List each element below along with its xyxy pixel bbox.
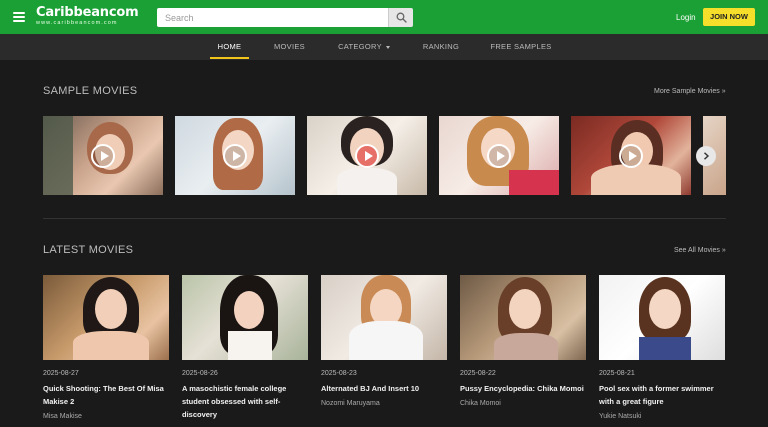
play-icon — [487, 144, 511, 168]
see-all-movies-link[interactable]: See All Movies » — [674, 247, 726, 254]
caret-down-icon — [385, 45, 390, 49]
thumb-body — [349, 321, 423, 360]
thumb-body — [639, 337, 691, 360]
search-input[interactable] — [157, 8, 388, 27]
latest-movie-thumb[interactable] — [182, 275, 308, 360]
latest-movie-thumb[interactable] — [599, 275, 725, 360]
movie-title[interactable]: Pool sex with a former swimmer with a gr… — [599, 382, 729, 408]
movie-date: 2025-08-26 — [182, 370, 218, 377]
nav-category[interactable]: CATEGORY — [334, 34, 394, 60]
movie-date: 2025-08-23 — [321, 370, 357, 377]
movie-date: 2025-08-22 — [460, 370, 496, 377]
thumb-body — [591, 164, 681, 195]
site-logo[interactable]: Caribbeancom www.caribbeancom.com — [36, 5, 139, 27]
sample-movie-thumb[interactable] — [439, 116, 559, 195]
thumb-face — [509, 289, 541, 329]
sample-movie-thumb[interactable] — [307, 116, 427, 195]
movie-title[interactable]: Pussy Encyclopedia: Chika Momoi — [460, 382, 590, 395]
thumb-background — [43, 116, 73, 195]
play-icon — [355, 144, 379, 168]
movie-title[interactable]: A masochistic female college student obs… — [182, 382, 312, 421]
movie-actor[interactable]: Yukie Natsuki — [599, 413, 641, 420]
hamburger-icon[interactable] — [13, 12, 25, 22]
latest-movie-thumb[interactable] — [43, 275, 169, 360]
section-divider — [43, 218, 726, 219]
movie-actor[interactable]: Nozomi Maruyama — [321, 400, 380, 407]
play-icon — [223, 144, 247, 168]
movie-title[interactable]: Alternated BJ And Insert 10 — [321, 382, 451, 395]
sample-movies-heading: SAMPLE MOVIES — [43, 85, 138, 97]
movie-date: 2025-08-27 — [43, 370, 79, 377]
sample-movie-thumb[interactable] — [175, 116, 295, 195]
movie-date: 2025-08-21 — [599, 370, 635, 377]
movie-title[interactable]: Quick Shooting: The Best Of Misa Makise … — [43, 382, 173, 408]
latest-movie-thumb[interactable] — [321, 275, 447, 360]
search-bar — [157, 8, 413, 27]
nav-category-label: CATEGORY — [338, 42, 382, 51]
play-icon — [91, 144, 115, 168]
nav-free-samples[interactable]: FREE SAMPLES — [487, 34, 555, 60]
nav-active-indicator — [210, 57, 249, 59]
latest-movies-heading: LATEST MOVIES — [43, 244, 134, 256]
main-nav: HOME MOVIES CATEGORY RANKING FREE SAMPLE… — [0, 34, 768, 60]
top-header: Caribbeancom www.caribbeancom.com Login … — [0, 0, 768, 34]
search-button[interactable] — [388, 8, 413, 27]
logo-main-text: Caribbeancom — [36, 5, 139, 20]
search-icon — [396, 12, 407, 23]
nav-ranking[interactable]: RANKING — [418, 34, 464, 60]
join-now-button[interactable]: JOIN NOW — [703, 8, 755, 26]
thumb-body — [73, 331, 149, 360]
logo-sub-text: www.caribbeancom.com — [36, 20, 118, 26]
thumb-body — [337, 168, 397, 195]
chevron-right-icon — [704, 152, 710, 160]
thumb-clothing — [509, 170, 559, 195]
latest-movie-thumb[interactable] — [460, 275, 586, 360]
movie-actor[interactable]: Chika Momoi — [460, 400, 501, 407]
thumb-body — [494, 333, 558, 360]
thumb-face — [649, 289, 681, 329]
sample-movie-thumb[interactable] — [43, 116, 163, 195]
nav-movies[interactable]: MOVIES — [268, 34, 311, 60]
play-icon — [619, 144, 643, 168]
thumb-body — [228, 331, 272, 360]
carousel-next-button[interactable] — [696, 146, 716, 166]
thumb-face — [234, 291, 264, 329]
login-link[interactable]: Login — [676, 13, 696, 22]
movie-actor[interactable]: Misa Makise — [43, 413, 82, 420]
sample-movie-thumb[interactable] — [571, 116, 691, 195]
more-sample-movies-link[interactable]: More Sample Movies » — [654, 88, 726, 95]
thumb-face — [95, 289, 127, 329]
